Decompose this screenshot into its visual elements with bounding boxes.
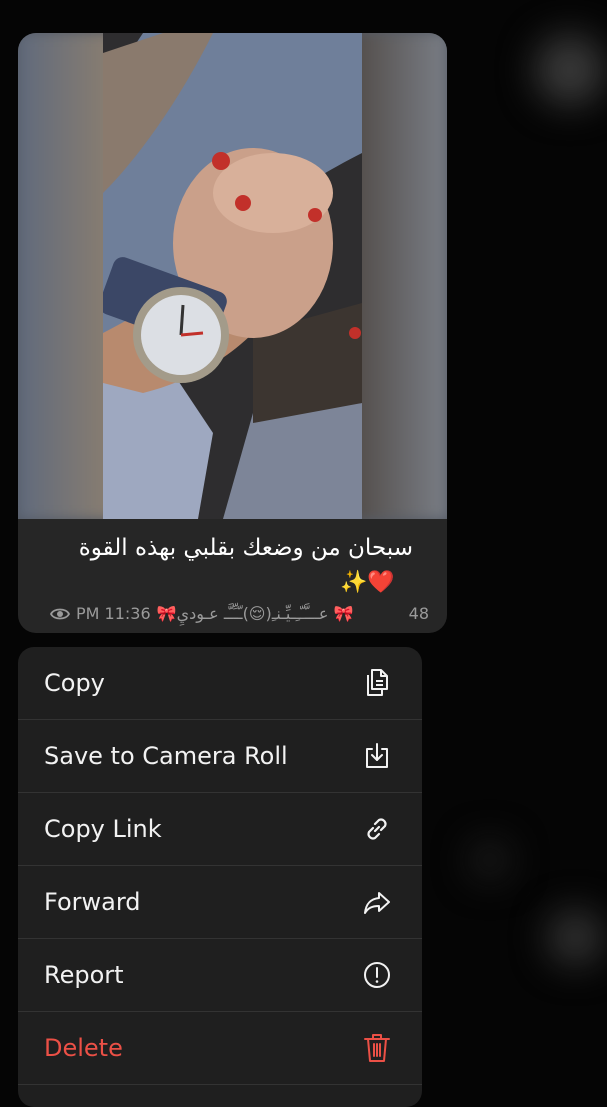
copy-icon xyxy=(360,666,394,700)
menu-item-label: Report xyxy=(44,961,124,989)
report-icon xyxy=(360,958,394,992)
caption-emojis: ✨❤️ xyxy=(340,570,395,595)
menu-item-label: Delete xyxy=(44,1034,123,1062)
message-author: 🎀عـــَّـّـِـيِّـنـِ(😌)ـّـِّـَّـ عـوديِ 🎀 xyxy=(156,604,354,623)
trash-icon xyxy=(360,1031,394,1065)
link-icon xyxy=(360,812,394,846)
eye-icon xyxy=(50,608,70,619)
message-photo[interactable] xyxy=(18,33,447,519)
menu-item-delete[interactable]: Delete xyxy=(18,1012,422,1085)
view-count: 48 xyxy=(408,604,429,623)
menu-item-label: Forward xyxy=(44,888,141,916)
menu-item-report[interactable]: Report xyxy=(18,939,422,1012)
menu-item-forward[interactable]: Forward xyxy=(18,866,422,939)
menu-item-copy[interactable]: Copy xyxy=(18,647,422,720)
message-time: PM 11:36 xyxy=(76,604,151,623)
context-menu: Copy Save to Camera Roll Copy Link Forwa… xyxy=(18,647,422,1107)
background-blur xyxy=(535,35,605,105)
save-icon xyxy=(360,739,394,773)
photo-holding-hands xyxy=(103,33,362,519)
background-blur xyxy=(548,910,603,965)
message-meta: PM 11:36 🎀عـــَّـّـِـيِّـنـِ(😌)ـّـِّـَّـ… xyxy=(50,604,429,623)
menu-item-label: Save to Camera Roll xyxy=(44,742,288,770)
menu-item-label: Copy xyxy=(44,669,105,697)
message-caption: سبحان من وضعك بقلبي بهذه القوة xyxy=(78,535,413,561)
forward-icon xyxy=(360,885,394,919)
background-blur xyxy=(470,840,510,880)
message-bubble[interactable]: سبحان من وضعك بقلبي بهذه القوة ✨❤️ PM 11… xyxy=(18,33,447,633)
menu-item-copy-link[interactable]: Copy Link xyxy=(18,793,422,866)
menu-item-save-to-camera-roll[interactable]: Save to Camera Roll xyxy=(18,720,422,793)
menu-item-label: Copy Link xyxy=(44,815,162,843)
